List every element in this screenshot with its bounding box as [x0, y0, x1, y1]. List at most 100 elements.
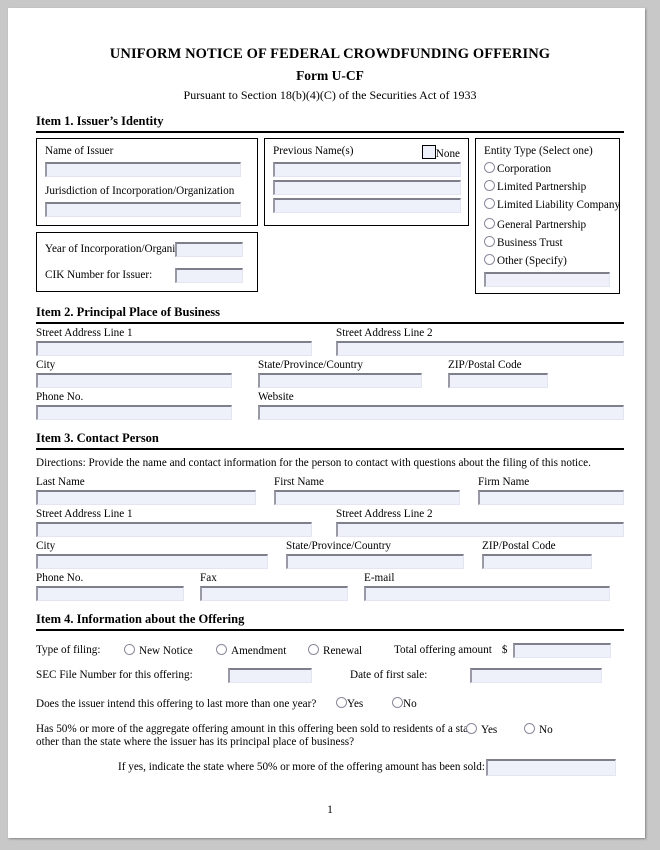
radio-icon[interactable]	[308, 643, 319, 655]
item2-zip-input[interactable]	[448, 373, 548, 388]
radio-icon[interactable]	[484, 162, 495, 173]
jurisdiction-label: Jurisdiction of Incorporation/Organizati…	[45, 185, 235, 197]
radio-icon[interactable]	[484, 254, 495, 265]
cik-number-label: CIK Number for Issuer:	[45, 269, 153, 281]
yes-label: Yes	[481, 724, 498, 736]
item3-zip-label: ZIP/Postal Code	[482, 540, 556, 552]
yes-label: Yes	[347, 698, 364, 710]
item3-directions: Directions: Provide the name and contact…	[36, 457, 591, 469]
entity-option-label: Limited Partnership	[497, 181, 587, 193]
item2-website-input[interactable]	[258, 405, 624, 420]
year-of-incorporation-label: Year of Incorporation/Organization:	[45, 243, 206, 255]
entity-option-limited-liability-company[interactable]: Limited Liability Company	[484, 198, 620, 211]
item3-last-name-label: Last Name	[36, 476, 85, 488]
radio-icon[interactable]	[466, 723, 477, 734]
question-fifty-percent-line2: other than the state where the issuer ha…	[36, 736, 355, 748]
item2-phone-input[interactable]	[36, 405, 232, 420]
item2-city-input[interactable]	[36, 373, 232, 388]
entity-option-general-partnership[interactable]: General Partnership	[484, 218, 611, 231]
item2-heading: Item 2. Principal Place of Business	[36, 303, 624, 324]
currency-symbol: $	[501, 644, 508, 656]
filing-option-amendment[interactable]: Amendment	[216, 643, 308, 658]
item2-state-input[interactable]	[258, 373, 422, 388]
radio-icon[interactable]	[484, 218, 495, 229]
item3-firm-name-label: Firm Name	[478, 476, 530, 488]
page-title: UNIFORM NOTICE OF FEDERAL CROWDFUNDING O…	[109, 46, 551, 62]
item3-firm-name-input[interactable]	[478, 490, 624, 505]
cik-number-input[interactable]	[175, 268, 243, 283]
entity-option-corporation[interactable]: Corporation	[484, 162, 611, 175]
radio-icon[interactable]	[216, 643, 227, 655]
previous-name-3-input[interactable]	[273, 198, 461, 213]
item2-heading-label: Item 2. Principal Place of Business	[36, 305, 221, 319]
previous-name-1-input[interactable]	[273, 162, 461, 177]
fifty-percent-yes-option[interactable]: Yes	[466, 723, 524, 737]
item3-state-input[interactable]	[286, 554, 464, 569]
previous-names-box: Previous Name(s) None	[264, 138, 469, 226]
item2-zip-label: ZIP/Postal Code	[448, 359, 522, 371]
item3-zip-input[interactable]	[482, 554, 592, 569]
entity-option-label: General Partnership	[497, 219, 587, 231]
question-fifty-percent-line1: Has 50% or more of the aggregate offerin…	[36, 723, 477, 735]
item3-email-input[interactable]	[364, 586, 610, 601]
item3-body: Directions: Provide the name and contact…	[36, 457, 624, 601]
question-one-year-label: Does the issuer intend this offering to …	[36, 697, 317, 710]
item3-first-name-input[interactable]	[274, 490, 460, 505]
name-of-issuer-label: Name of Issuer	[45, 145, 114, 157]
filing-option-new-notice[interactable]: New Notice	[124, 643, 216, 658]
total-offering-amount-input[interactable]	[513, 643, 612, 658]
date-of-first-sale-input[interactable]	[470, 668, 602, 683]
radio-icon[interactable]	[484, 180, 495, 191]
item3-state-label: State/Province/Country	[286, 540, 392, 552]
previous-names-none-checkbox[interactable]	[421, 145, 436, 159]
item3-street1-input[interactable]	[36, 522, 312, 537]
radio-icon[interactable]	[124, 643, 135, 655]
item4-heading: Item 4. Information about the Offering	[36, 610, 624, 631]
item2-street1-input[interactable]	[36, 341, 312, 356]
fifty-percent-no-option[interactable]: No	[524, 723, 553, 737]
item3-street2-input[interactable]	[336, 522, 624, 537]
item3-first-name-label: First Name	[274, 476, 325, 488]
item3-street1-label: Street Address Line 1	[36, 508, 133, 520]
item3-city-label: City	[36, 540, 56, 552]
entity-other-specify-input[interactable]	[484, 272, 610, 287]
issuer-identity-box: Name of Issuer Jurisdiction of Incorpora…	[36, 138, 258, 226]
entity-option-other[interactable]: Other (Specify)	[484, 254, 611, 267]
none-label: None	[435, 148, 460, 160]
sec-file-number-input[interactable]	[228, 668, 312, 683]
filing-option-renewal[interactable]: Renewal	[308, 643, 394, 658]
item1-left-column: Name of Issuer Jurisdiction of Incorpora…	[36, 138, 258, 294]
item3-email-label: E-mail	[364, 572, 395, 584]
item2-state-label: State/Province/Country	[258, 359, 364, 371]
one-year-no-option[interactable]: No	[392, 697, 417, 711]
if-yes-state-label: If yes, indicate the state where 50% or …	[118, 761, 485, 773]
filing-option-label: New Notice	[139, 644, 193, 657]
page-number: 1	[327, 804, 333, 816]
item3-phone-input[interactable]	[36, 586, 184, 601]
radio-icon[interactable]	[484, 198, 495, 209]
if-yes-state-input[interactable]	[486, 759, 616, 776]
item2-street2-input[interactable]	[336, 341, 624, 356]
one-year-yes-option[interactable]: Yes	[336, 697, 392, 711]
item2-street1-label: Street Address Line 1	[36, 327, 133, 339]
sec-file-number-label: SEC File Number for this offering:	[36, 669, 193, 681]
jurisdiction-input[interactable]	[45, 202, 241, 217]
item1-body: Name of Issuer Jurisdiction of Incorpora…	[36, 138, 624, 294]
item3-last-name-input[interactable]	[36, 490, 256, 505]
radio-icon[interactable]	[336, 697, 347, 708]
previous-name-2-input[interactable]	[273, 180, 461, 195]
total-offering-amount-label: Total offering amount	[394, 644, 492, 656]
item3-fax-input[interactable]	[200, 586, 348, 601]
radio-icon[interactable]	[484, 236, 495, 247]
radio-icon[interactable]	[392, 697, 403, 708]
entity-option-business-trust[interactable]: Business Trust	[484, 236, 611, 249]
item2-website-label: Website	[258, 391, 294, 403]
entity-option-limited-partnership[interactable]: Limited Partnership	[484, 180, 611, 193]
form-content: UNIFORM NOTICE OF FEDERAL CROWDFUNDING O…	[36, 36, 624, 816]
radio-icon[interactable]	[524, 723, 535, 734]
name-of-issuer-input[interactable]	[45, 162, 241, 177]
item3-street2-label: Street Address Line 2	[336, 508, 433, 520]
year-of-incorporation-input[interactable]	[175, 242, 243, 257]
item3-city-input[interactable]	[36, 554, 268, 569]
item4-body: Type of filing: New Notice Amendment Ren…	[36, 643, 624, 776]
